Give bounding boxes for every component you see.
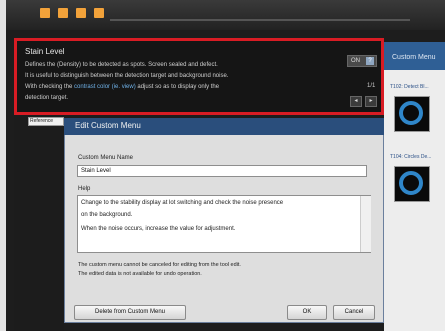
custom-menu-item-caption: T104: Circles De... — [390, 154, 432, 160]
dialog-title: Edit Custom Menu — [75, 121, 141, 130]
dialog-note: The custom menu cannot be canceled for e… — [78, 262, 241, 268]
custom-menu-name-input[interactable]: Stain Level — [77, 165, 367, 177]
ok-button[interactable]: OK — [287, 305, 327, 320]
toolbar-button[interactable] — [58, 8, 68, 18]
custom-menu-title: Custom Menu — [392, 54, 436, 61]
tooltip-line: Defines the (Density) to be detected as … — [25, 62, 218, 68]
custom-menu-item-caption: T102: Detect Bl... — [390, 84, 429, 90]
help-scrollbar[interactable] — [360, 196, 371, 252]
help-text-line: Change to the stability display at lot s… — [81, 200, 284, 206]
help-text-line: on the background. — [81, 212, 133, 218]
circle-icon — [399, 171, 423, 195]
page-indicator: 1/1 — [367, 83, 376, 89]
tooltip-line: detection target. — [25, 95, 69, 101]
contrast-color-link[interactable]: contrast color (ie. view) — [74, 84, 136, 90]
help-icon[interactable]: ? — [366, 57, 374, 65]
toolbar-button[interactable] — [94, 8, 104, 18]
tooltip-line: With checking the contrast color (ie. vi… — [25, 84, 219, 90]
delete-from-custom-menu-button[interactable]: Delete from Custom Menu — [74, 305, 186, 320]
help-text-line: When the noise occurs, increase the valu… — [81, 226, 236, 232]
next-page-button[interactable]: ▸ — [365, 96, 377, 107]
left-strip — [14, 115, 64, 331]
tooltip-text: adjust so as to display only the — [135, 84, 220, 90]
toolbar-button[interactable] — [76, 8, 86, 18]
toolbar-divider — [110, 19, 410, 21]
top-toolbar — [6, 0, 445, 30]
custom-menu-item-thumbnail[interactable] — [394, 96, 430, 132]
reference-tab[interactable]: Reference — [28, 117, 64, 126]
circle-icon — [399, 101, 423, 125]
tooltip-line: It is useful to distinguish between the … — [25, 73, 229, 79]
cancel-button[interactable]: Cancel — [333, 305, 375, 320]
toolbar-button[interactable] — [40, 8, 50, 18]
tooltip-title: Stain Level — [25, 47, 65, 56]
custom-menu-item-thumbnail[interactable] — [394, 166, 430, 202]
help-textarea[interactable]: Change to the stability display at lot s… — [77, 195, 371, 253]
help-tooltip: Stain Level Defines the (Density) to be … — [14, 38, 384, 115]
previous-page-button[interactable]: ◂ — [350, 96, 362, 107]
help-label: Help — [78, 186, 91, 192]
tooltip-text: With checking the — [25, 84, 75, 90]
dialog-note: The edited data is not available for und… — [78, 271, 202, 277]
custom-menu-name-label: Custom Menu Name — [78, 155, 134, 161]
